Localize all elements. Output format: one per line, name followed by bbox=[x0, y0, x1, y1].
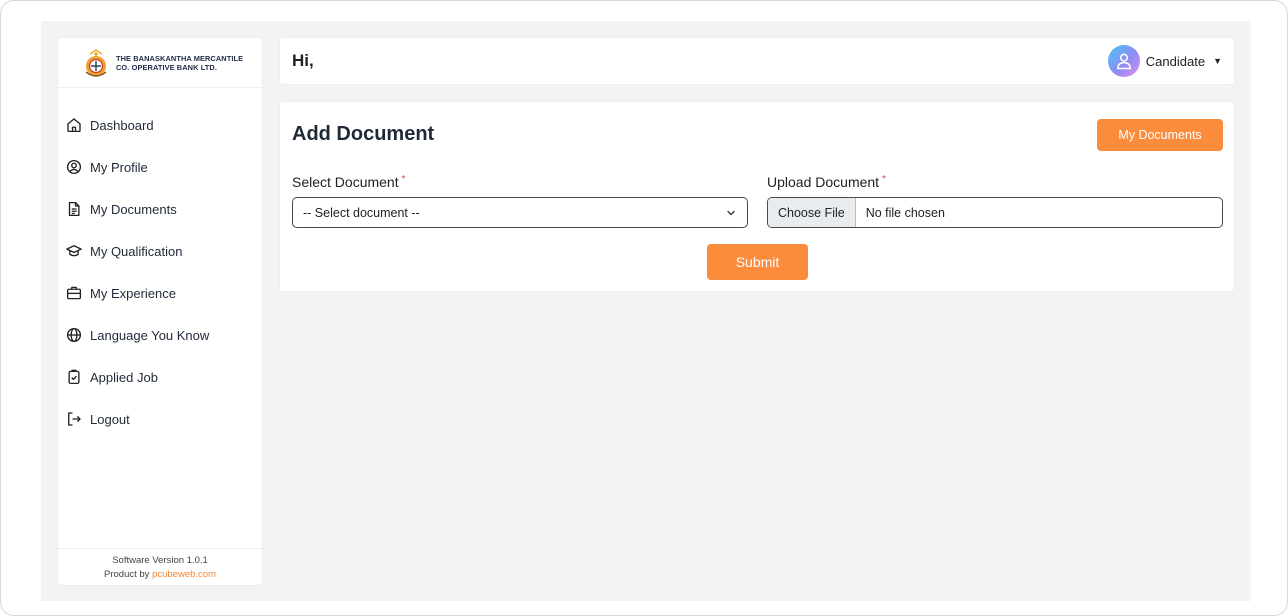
select-document-label: Select Document * bbox=[292, 174, 406, 190]
user-avatar-icon bbox=[1116, 53, 1131, 70]
sidebar-item-label: Dashboard bbox=[90, 117, 154, 133]
sidebar-item-label: My Experience bbox=[90, 285, 176, 301]
product-prefix: Product by bbox=[104, 569, 150, 580]
page-title: Add Document bbox=[292, 123, 435, 145]
sidebar-item-label: Logout bbox=[90, 411, 130, 427]
my-documents-button[interactable]: My Documents bbox=[1097, 119, 1223, 151]
avatar bbox=[1107, 45, 1140, 77]
brand[interactable]: THE BANASKANTHA MERCANTILE CO. OPERATIVE… bbox=[58, 38, 262, 88]
document-select[interactable]: -- Select document -- bbox=[292, 197, 748, 228]
sidebar: THE BANASKANTHA MERCANTILE CO. OPERATIVE… bbox=[57, 37, 263, 586]
clipboard-check-icon bbox=[65, 368, 83, 386]
file-status: No file chosen bbox=[865, 205, 945, 220]
brand-line-1: THE BANASKANTHA MERCANTILE bbox=[116, 53, 244, 63]
sidebar-nav: Dashboard My Profile My Documents My Qua… bbox=[58, 88, 262, 440]
graduation-cap-icon bbox=[65, 242, 83, 260]
user-name: Candidate bbox=[1145, 53, 1206, 69]
sidebar-item-my-experience[interactable]: My Experience bbox=[58, 272, 262, 314]
user-menu[interactable]: Candidate ▼ bbox=[1107, 45, 1222, 77]
brand-line-2: CO. OPERATIVE BANK LTD. bbox=[116, 62, 217, 72]
sidebar-item-my-profile[interactable]: My Profile bbox=[58, 146, 262, 188]
sidebar-item-label: My Qualification bbox=[90, 243, 183, 259]
brand-name: THE BANASKANTHA MERCANTILE CO. OPERATIVE… bbox=[116, 54, 243, 72]
required-mark: * bbox=[882, 174, 886, 185]
product-link[interactable]: pcubeweb.com bbox=[152, 569, 216, 580]
required-mark: * bbox=[401, 174, 406, 185]
file-upload-input[interactable]: Choose File No file chosen bbox=[767, 197, 1223, 228]
select-document-label-text: Select Document bbox=[292, 174, 399, 190]
globe-icon bbox=[65, 326, 83, 344]
product-credit: Product by pcubeweb.com bbox=[58, 568, 262, 582]
add-document-card: Add Document My Documents Select Documen… bbox=[279, 101, 1235, 292]
choose-file-button[interactable]: Choose File bbox=[768, 198, 856, 227]
briefcase-icon bbox=[65, 284, 83, 302]
window-frame: THE BANASKANTHA MERCANTILE CO. OPERATIVE… bbox=[0, 0, 1288, 616]
sidebar-item-logout[interactable]: Logout bbox=[58, 398, 262, 440]
sidebar-item-label: My Documents bbox=[90, 201, 177, 217]
upload-document-label: Upload Document * bbox=[767, 174, 886, 190]
sidebar-item-language[interactable]: Language You Know bbox=[58, 314, 262, 356]
upload-document-label-text: Upload Document bbox=[767, 174, 880, 190]
submit-button[interactable]: Submit bbox=[707, 244, 808, 280]
app-container: THE BANASKANTHA MERCANTILE CO. OPERATIVE… bbox=[41, 21, 1251, 601]
user-circle-icon bbox=[65, 158, 83, 176]
sidebar-item-label: My Profile bbox=[90, 159, 148, 175]
top-header: Hi, Candidate ▼ bbox=[279, 37, 1235, 85]
chevron-down-icon bbox=[727, 210, 735, 215]
sidebar-item-my-documents[interactable]: My Documents bbox=[58, 188, 262, 230]
sidebar-item-label: Applied Job bbox=[90, 369, 158, 385]
caret-down-icon: ▼ bbox=[1213, 56, 1222, 66]
document-icon bbox=[65, 200, 83, 218]
sidebar-footer: Software Version 1.0.1 Product by pcubew… bbox=[58, 548, 262, 585]
sidebar-item-label: Language You Know bbox=[90, 327, 210, 343]
home-icon bbox=[65, 116, 83, 134]
sidebar-item-dashboard[interactable]: Dashboard bbox=[58, 104, 262, 146]
sidebar-item-applied-job[interactable]: Applied Job bbox=[58, 356, 262, 398]
document-select-value: -- Select document -- bbox=[303, 205, 420, 220]
software-version: Software Version 1.0.1 bbox=[112, 555, 208, 566]
sidebar-item-my-qualification[interactable]: My Qualification bbox=[58, 230, 262, 272]
bank-logo-icon bbox=[85, 48, 107, 77]
greeting: Hi, bbox=[292, 51, 314, 70]
logout-icon bbox=[65, 410, 83, 428]
